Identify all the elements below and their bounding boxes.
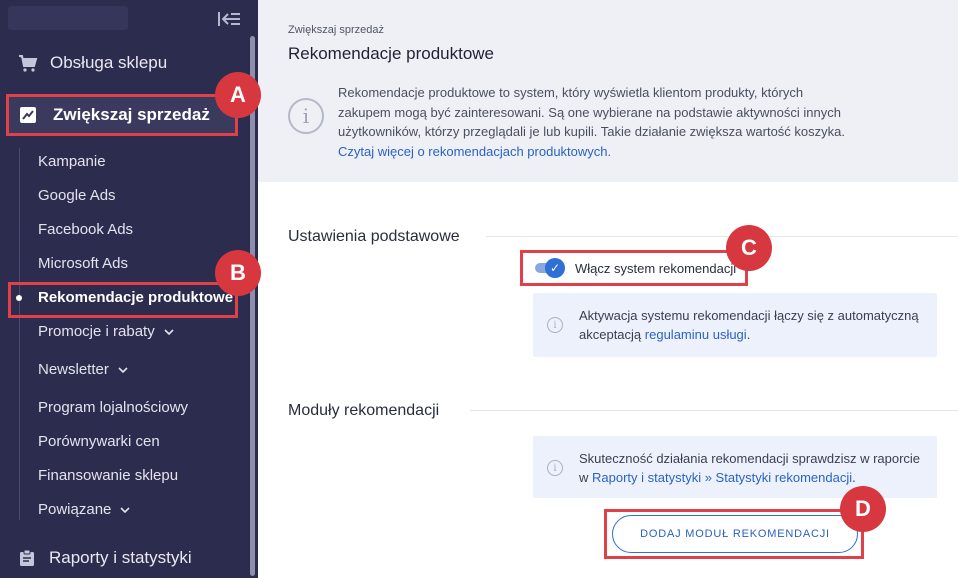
sidebar-item-label: Facebook Ads (38, 221, 134, 238)
sidebar-item-label: Obsługa sklepu (50, 53, 168, 72)
sidebar-section-label: Zwiększaj sprzedaż (53, 105, 210, 124)
sidebar-item-reports[interactable]: Raporty i statystyki (0, 540, 250, 576)
info-icon: i (547, 317, 563, 333)
sidebar-item-shop-service[interactable]: Obsługa sklepu (0, 44, 250, 82)
callout-badge-a: A (215, 72, 261, 118)
read-more-link[interactable]: Czytaj więcej o rekomendacjach produktow… (338, 144, 611, 159)
sidebar-item-loyalty[interactable]: Program lojalnościowy (38, 399, 188, 416)
statistics-note-text: Skuteczność działania rekomendacji spraw… (579, 449, 929, 487)
page-header: Zwiększaj sprzedaż Rekomendacje produkto… (258, 0, 958, 182)
clipboard-icon (19, 549, 35, 567)
sidebar-item-label: Raporty i statystyki (49, 548, 192, 567)
info-icon: i (288, 98, 324, 134)
collapse-sidebar-icon[interactable] (216, 8, 242, 30)
sidebar-item-microsoft-ads[interactable]: Microsoft Ads (38, 255, 128, 272)
sidebar-item-label: Google Ads (38, 187, 116, 204)
section-divider (470, 410, 958, 411)
chart-trend-icon (19, 106, 37, 124)
sidebar-item-label: Kampanie (38, 153, 106, 170)
callout-badge-c: C (726, 225, 772, 271)
sidebar-item-label: Porównywarki cen (38, 433, 160, 450)
modules-title: Moduły rekomendacji (288, 402, 440, 419)
sidebar-item-shop-financing[interactable]: Finansowanie sklepu (38, 467, 178, 484)
statistics-note: i Skuteczność działania rekomendacji spr… (533, 436, 937, 498)
toggle-label: Włącz system rekomendacji (575, 260, 737, 276)
page-title: Rekomendacje produktowe (288, 44, 495, 63)
chevron-down-icon (164, 328, 174, 335)
submenu-guide-line (19, 148, 20, 520)
sidebar-item-price-comparison[interactable]: Porównywarki cen (38, 433, 160, 450)
activation-note-text: Aktywacja systemu rekomendacji łączy się… (579, 306, 929, 344)
sidebar-item-newsletter[interactable]: Newsletter (38, 361, 129, 378)
sidebar-item-campaigns[interactable]: Kampanie (38, 153, 106, 170)
sidebar-item-related[interactable]: Powiązane (38, 501, 131, 518)
callout-badge-b: B (215, 250, 261, 296)
info-text: Rekomendacje produktowe to system, który… (338, 85, 845, 139)
note-suffix: . (852, 470, 856, 485)
breadcrumb[interactable]: Zwiększaj sprzedaż (288, 24, 384, 36)
recommendation-toggle-row: ✓ Włącz system rekomendacji (520, 250, 748, 286)
sidebar-item-label: Newsletter (38, 361, 109, 378)
sidebar-item-label: Powiązane (38, 501, 112, 518)
info-icon: i (547, 460, 563, 476)
sidebar-item-google-ads[interactable]: Google Ads (38, 187, 116, 204)
activation-note: i Aktywacja systemu rekomendacji łączy s… (533, 293, 937, 357)
chevron-down-icon (118, 366, 128, 373)
check-icon: ✓ (545, 258, 565, 278)
info-description: Rekomendacje produktowe to system, który… (338, 83, 858, 161)
sidebar-scrollbar[interactable] (250, 36, 255, 576)
sidebar-item-label: Finansowanie sklepu (38, 467, 179, 484)
callout-badge-d: D (840, 486, 886, 532)
terms-link[interactable]: regulaminu usługi (645, 327, 747, 342)
cart-icon (18, 53, 38, 73)
sidebar-item-label: Promocje i rabaty (38, 323, 155, 340)
active-dot-icon (16, 295, 22, 301)
sidebar-item-label: Microsoft Ads (38, 255, 129, 272)
add-module-button[interactable]: DODAJ MODUŁ REKOMENDACJI (612, 515, 858, 553)
section-divider (486, 236, 958, 237)
sidebar-item-product-recommendations[interactable]: Rekomendacje produktowe (38, 289, 233, 306)
note-suffix: . (746, 327, 751, 342)
sidebar-item-label: Rekomendacje produktowe (38, 289, 234, 306)
statistics-link[interactable]: Raporty i statystyki » Statystyki rekome… (592, 470, 852, 485)
chevron-down-icon (120, 506, 130, 513)
sidebar-item-facebook-ads[interactable]: Facebook Ads (38, 221, 133, 238)
sidebar-item-label: Program lojalnościowy (38, 399, 189, 416)
basic-settings-title: Ustawienia podstawowe (288, 228, 460, 245)
sidebar-item-increase-sales[interactable]: Zwiększaj sprzedaż (6, 94, 238, 136)
recommendation-toggle[interactable]: ✓ (535, 258, 565, 278)
sidebar-item-promotions[interactable]: Promocje i rabaty (38, 323, 175, 340)
shop-logo[interactable] (8, 6, 128, 30)
